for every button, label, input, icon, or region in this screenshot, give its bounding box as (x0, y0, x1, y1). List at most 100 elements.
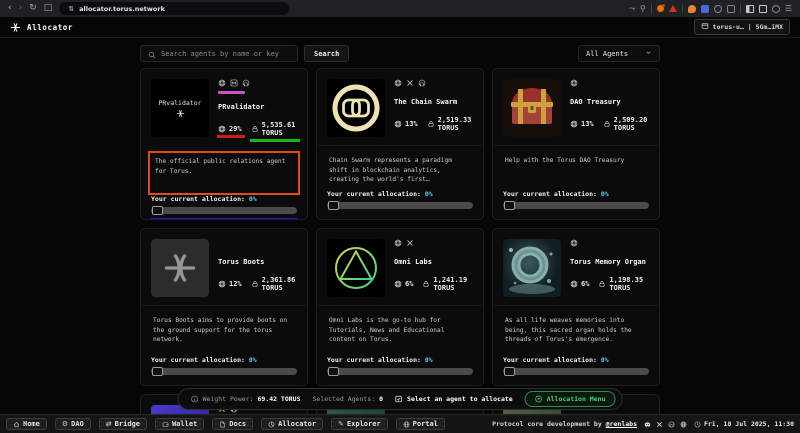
agent-card[interactable]: The Chain Swarm 13% 2,519.33 TORUS Chain… (316, 68, 484, 220)
taskbar-item-bridge[interactable]: ⇄Bridge (99, 418, 147, 430)
agent-description: Help with the Torus DAO Treasury (505, 156, 647, 166)
allocation-hint-text: Select an agent to allocate (407, 395, 513, 403)
extension-icon[interactable] (727, 5, 735, 13)
globe-icon[interactable] (218, 79, 226, 89)
taskbar-item-label: Wallet (172, 420, 197, 428)
taskbar-item-portal[interactable]: Portal (396, 418, 445, 430)
wallet-badge-label: torus-u… | 5Gm…iMX (713, 23, 783, 31)
clock-icon (694, 421, 701, 428)
discord-icon[interactable] (644, 421, 651, 428)
taskbar-item-docs[interactable]: Docs (212, 418, 253, 430)
x-icon[interactable] (656, 421, 663, 428)
sidebar-toggle-icon[interactable] (746, 5, 754, 13)
x-icon[interactable] (406, 79, 414, 89)
description-area: Help with the Torus DAO Treasury (503, 152, 649, 170)
agent-card[interactable]: Torus Memory Organ 6% 1,198.35 TORUS As … (492, 228, 660, 386)
agent-name: The Chain Swarm (394, 98, 473, 106)
allocation-slider[interactable] (327, 202, 473, 209)
agent-card[interactable]: Omni Labs 6% 1,241.19 TORUS Omni Labs is… (316, 228, 484, 386)
search-input[interactable] (161, 50, 290, 58)
agent-avatar (503, 239, 561, 297)
forward-icon[interactable]: › (19, 0, 23, 17)
reload-icon[interactable]: ↻ (29, 0, 37, 17)
taskbar-item-wallet[interactable]: Wallet (155, 418, 204, 430)
medium-icon[interactable] (230, 79, 238, 89)
allocation-slider[interactable] (327, 368, 473, 375)
divider (740, 4, 741, 13)
agent-network-percent: 6% (394, 280, 413, 288)
github-icon[interactable] (668, 421, 675, 428)
menu-icon[interactable]: ☰ (785, 4, 792, 13)
allocation-slider[interactable] (503, 368, 649, 375)
slider-handle[interactable] (328, 367, 339, 376)
agent-card[interactable]: DAO Treasury 13% 2,509.20 TORUS Help wit… (492, 68, 660, 220)
taskbar-item-allocator[interactable]: Allocator (261, 418, 323, 430)
agent-avatar: PRvalidator (151, 79, 209, 137)
agent-card[interactable]: Torus Boots 12% 2,361.86 TORUS Torus Boo… (140, 228, 308, 386)
renlabs-link[interactable]: @renlabs (606, 420, 637, 428)
allocation-label: Your current allocation: 0% (151, 356, 297, 364)
extension-badge-icon[interactable] (657, 5, 664, 12)
allocation-slider[interactable] (151, 368, 297, 375)
taskbar: Home ⚙DAO ⇄Bridge Wallet Docs Allocator ✎Explo… (0, 414, 800, 433)
profile-icon[interactable] (772, 5, 780, 13)
agents-filter-dropdown[interactable]: All Agents (578, 45, 660, 62)
taskbar-item-label: Bridge (115, 420, 140, 428)
chevron-down-icon (645, 49, 652, 58)
taskbar-item-home[interactable]: Home (6, 418, 47, 430)
globe-icon[interactable] (394, 239, 402, 249)
slider-handle[interactable] (152, 367, 163, 376)
extension-icon[interactable] (701, 5, 709, 13)
portal-icon (403, 421, 410, 428)
agent-avatar (151, 239, 209, 297)
allocation-value: 0% (249, 195, 257, 203)
github-icon[interactable] (242, 79, 250, 89)
agent-social-links (394, 79, 473, 89)
wallet-badge[interactable]: torus-u… | 5Gm…iMX (694, 19, 790, 35)
gear-icon: ⚙ (62, 421, 68, 428)
home-icon (13, 421, 20, 428)
extension-icon[interactable]: ⚲ (640, 4, 646, 13)
allocation-value: 0% (601, 190, 609, 198)
allocation-section: Your current allocation: 0% (151, 356, 297, 375)
taskbar-item-dao[interactable]: ⚙DAO (55, 418, 91, 430)
allocation-label: Your current allocation: 0% (327, 356, 473, 364)
address-bar[interactable]: ⇅ allocator.torus.network (59, 2, 289, 15)
allocation-status-bar: Weight Power: 69.42 TORUS Selected Agent… (178, 388, 623, 410)
allocation-menu-button[interactable]: Allocation Menu (525, 391, 616, 407)
globe-icon[interactable] (680, 421, 687, 428)
github-icon[interactable] (418, 79, 426, 89)
slider-handle[interactable] (504, 201, 515, 210)
slider-handle[interactable] (504, 367, 515, 376)
allocation-slider[interactable] (151, 207, 297, 214)
slider-handle[interactable] (328, 201, 339, 210)
warning-extension-icon[interactable] (669, 5, 677, 12)
globe-icon[interactable] (570, 79, 578, 89)
agent-name: PRvalidator (218, 103, 297, 111)
globe-icon (394, 120, 402, 128)
agent-card[interactable]: PRvalidator PRvalidator 29% 5,535.61 TOR… (140, 68, 308, 220)
back-icon[interactable]: ‹ (8, 0, 12, 17)
agent-grid: PRvalidator PRvalidator 29% 5,535.61 TOR… (140, 68, 660, 414)
taskbar-item-explorer[interactable]: ✎Explorer (331, 418, 388, 430)
url-text: allocator.torus.network (79, 5, 165, 13)
torus-logo-icon[interactable] (10, 22, 21, 33)
lock-icon (251, 280, 259, 288)
bookmark-panel-icon[interactable]: □ (44, 0, 53, 17)
site-permissions-icon[interactable]: ⇅ (68, 5, 74, 13)
x-icon[interactable] (406, 239, 414, 249)
globe-icon[interactable] (394, 79, 402, 89)
slider-handle[interactable] (152, 206, 163, 215)
cast-icon[interactable]: ⤳ (629, 4, 635, 14)
allocation-slider[interactable] (503, 202, 649, 209)
agent-avatar (503, 79, 561, 137)
tab-search-icon[interactable] (759, 5, 767, 13)
doc-icon (219, 421, 226, 428)
globe-icon[interactable] (570, 239, 578, 249)
extension-icon[interactable] (714, 5, 722, 13)
allocation-value: 0% (249, 356, 257, 364)
search-button[interactable]: Search (304, 45, 349, 62)
extension-icon[interactable] (688, 5, 696, 13)
selected-agents: Selected Agents: 0 (313, 395, 384, 403)
allocation-section: Your current allocation: 0% (327, 190, 473, 209)
